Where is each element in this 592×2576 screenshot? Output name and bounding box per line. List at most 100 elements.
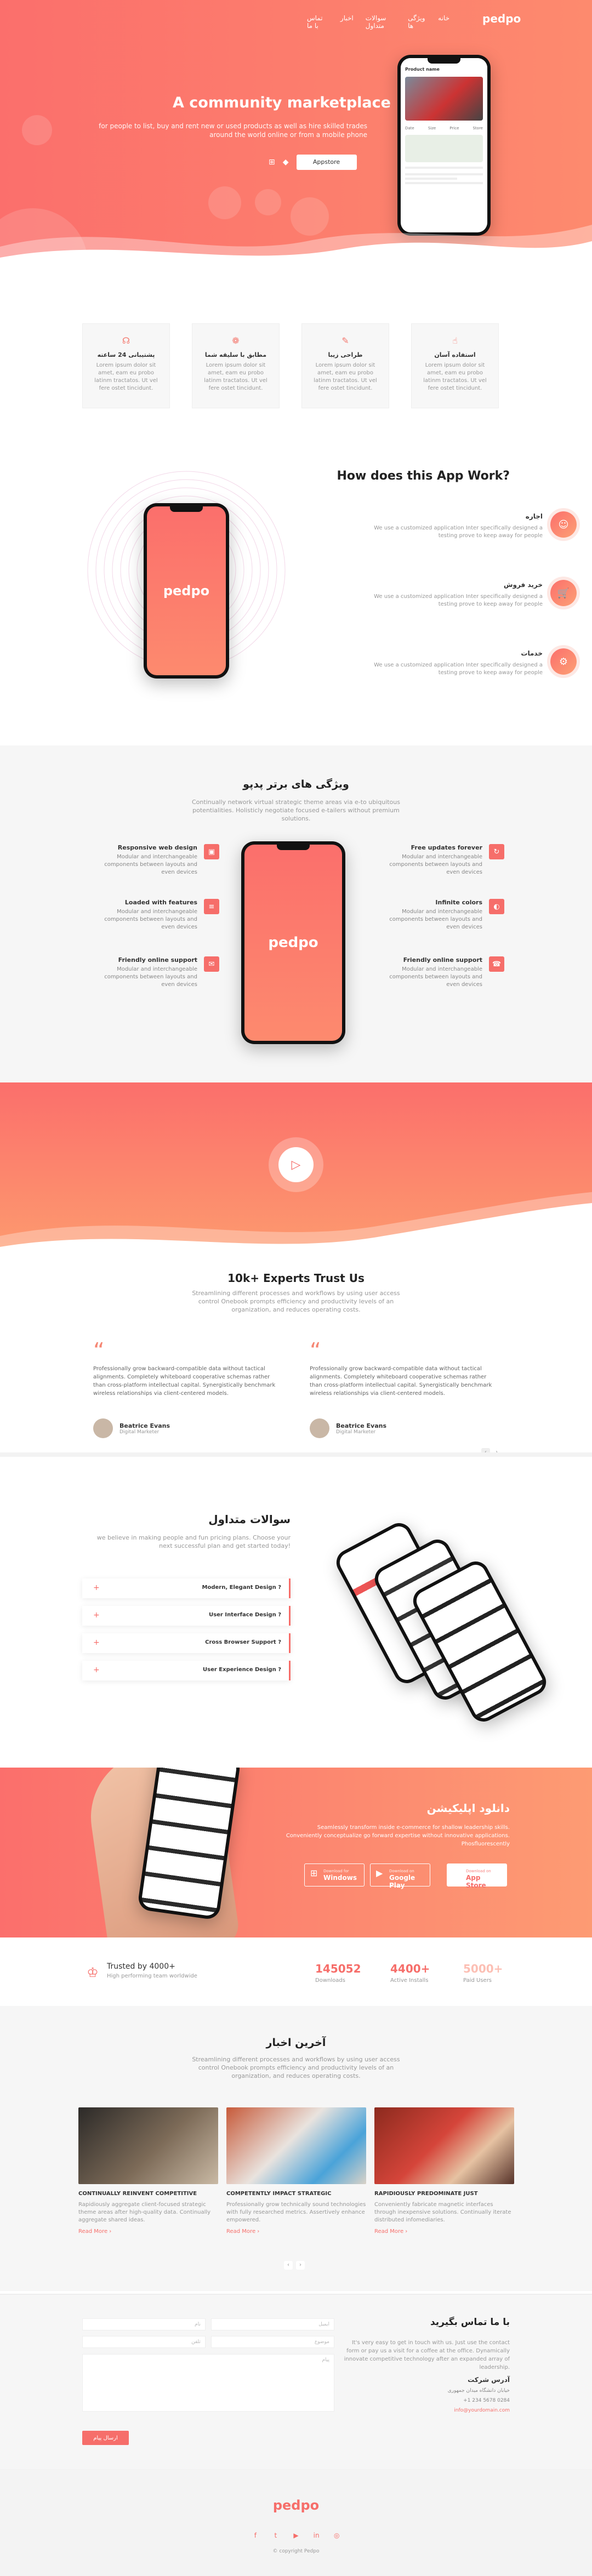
feature-left: Friendly online support Modular and inte… <box>93 956 219 989</box>
read-more-link[interactable]: Read More › <box>78 2229 218 2235</box>
feature-title: استفاده آسان <box>434 351 476 358</box>
news-image[interactable] <box>78 2107 218 2184</box>
user-icon: ☺ <box>550 511 577 538</box>
support-icon: ✉ <box>204 956 219 972</box>
nav-news[interactable]: اخبار <box>340 14 354 30</box>
phone-logo: pedpo <box>268 934 318 951</box>
app-store-button[interactable]: Download on App Store <box>447 1863 507 1889</box>
how-step: 🛒 خرید فروش We use a customized applicat… <box>367 580 577 608</box>
stat-number: 145052 <box>315 1962 361 1975</box>
read-more-link[interactable]: Read More › <box>226 2229 366 2235</box>
plus-icon: + <box>93 1666 100 1674</box>
stat-label: Paid Users <box>463 1977 492 1984</box>
avatar <box>310 1418 329 1438</box>
step-text: We use a customized application Inter sp… <box>374 662 543 676</box>
appstore-label: Appstore <box>312 158 340 166</box>
play-icon[interactable]: ▷ <box>278 1147 314 1182</box>
testimonial-author: Beatrice Evans Digital Marketer <box>93 1418 280 1438</box>
nav-features[interactable]: ویژگی ها <box>408 14 426 30</box>
email-text[interactable]: info@yourdomain.com <box>454 2408 510 2413</box>
linkedin-icon[interactable]: in <box>311 2532 321 2541</box>
feature-right-title: Free updates forever <box>411 844 482 851</box>
phone-label: Size <box>428 126 436 130</box>
youtube-icon[interactable]: ▶ <box>291 2532 301 2541</box>
step-title: خدمات <box>521 649 543 657</box>
feature-left: Loaded with features Modular and interch… <box>93 899 219 931</box>
message-field[interactable]: پیام <box>82 2354 334 2412</box>
author-name: Beatrice Evans <box>336 1422 387 1429</box>
prev-arrow-icon[interactable]: ‹ <box>284 2261 293 2270</box>
read-more-link[interactable]: Read More › <box>374 2229 514 2235</box>
best-phone: pedpo <box>241 841 345 1044</box>
author-role: Digital Marketer <box>119 1429 160 1435</box>
phone-line <box>405 178 457 180</box>
feature-left-title: Loaded with features <box>124 899 197 906</box>
faq-item[interactable]: + User Interface Design ? <box>82 1606 291 1626</box>
phone-field[interactable]: تلفن <box>82 2336 206 2348</box>
faq-item[interactable]: + Modern, Elegant Design ? <box>82 1578 291 1598</box>
windows-button[interactable]: ⊞ Download for Windows <box>304 1863 365 1887</box>
chat-icon: ☎ <box>489 956 504 972</box>
nav-menu: خانه ویژگی ها سوالات متداول اخبار تماس ب… <box>307 14 449 30</box>
google-play-button[interactable]: ▶ Download on Google Play <box>370 1863 430 1889</box>
how-title: How does this App Work? <box>337 469 510 483</box>
faq-item[interactable]: + Cross Browser Support ? <box>82 1633 291 1653</box>
hero-subtitle: for people to list, buy and rent new or … <box>99 122 367 139</box>
responsive-icon: ▣ <box>204 844 219 859</box>
phone-notch <box>428 58 460 64</box>
feature-text: Lorem ipsum dolor sit amet, eam eu probo… <box>423 362 487 391</box>
layers-icon: ≡ <box>204 899 219 914</box>
stat-number: 5000+ <box>463 1962 503 1975</box>
feature-text: Lorem ipsum dolor sit amet, eam eu probo… <box>314 362 377 391</box>
facebook-icon[interactable]: f <box>251 2532 260 2541</box>
faq-question: User Experience Design ? <box>203 1667 281 1673</box>
thumb-icon: ☝ <box>452 335 458 346</box>
feature-left-text: Modular and interchangeable components b… <box>104 854 197 875</box>
brush-icon: ✎ <box>341 335 349 346</box>
color-icon: ◐ <box>489 899 504 914</box>
twitter-icon[interactable]: t <box>271 2532 281 2541</box>
phone-line <box>405 167 483 169</box>
feature-left-text: Modular and interchangeable components b… <box>104 966 197 988</box>
trusted-title: Trusted by 4000+ <box>107 1962 175 1971</box>
footer-logo[interactable]: pedpo <box>0 2498 592 2513</box>
news-image[interactable] <box>374 2107 514 2184</box>
nav-faq[interactable]: سوالات متداول <box>366 14 396 30</box>
contact-section: نام ایمیل تلفن موضوع پیام ارسال پیام با … <box>0 2294 592 2469</box>
subject-field[interactable]: موضوع <box>211 2336 334 2348</box>
news-image[interactable] <box>226 2107 366 2184</box>
email-field[interactable]: ایمیل <box>211 2318 334 2330</box>
appstore-button[interactable]: Appstore <box>296 155 357 170</box>
step-text: We use a customized application Inter sp… <box>374 594 543 607</box>
gear-icon: ⚙ <box>550 648 577 675</box>
feature-card: ☊ پشتیبانی 24 ساعته Lorem ipsum dolor si… <box>82 323 170 408</box>
name-field[interactable]: نام <box>82 2318 206 2330</box>
submit-button[interactable]: ارسال پیام <box>82 2431 129 2445</box>
plus-icon: + <box>93 1611 100 1620</box>
faq-item[interactable]: + User Experience Design ? <box>82 1661 291 1680</box>
store-name: App Store <box>466 1874 486 1889</box>
contact-text: It's very easy to get in touch with us. … <box>344 2340 510 2370</box>
faq-question: Modern, Elegant Design ? <box>202 1585 281 1591</box>
android-icon[interactable]: ◆ <box>283 158 289 167</box>
news-card-title[interactable]: COMPETENTLY IMPACT STRATEGIC <box>226 2191 366 2197</box>
phone-screen: pedpo <box>147 506 226 675</box>
store-small: Download for <box>323 1869 349 1873</box>
next-arrow-icon[interactable]: › <box>296 2261 305 2270</box>
refresh-icon: ↻ <box>489 844 504 859</box>
trophy-icon: ♔ <box>87 1965 99 1980</box>
download-text: Seamlessly transform inside e-commerce f… <box>286 1825 510 1847</box>
play-ring: ▷ <box>269 1137 323 1192</box>
hero-title: A community marketplace <box>173 94 391 111</box>
news-card-title[interactable]: RAPIDIOUSLY PREDOMINATE JUST <box>374 2191 514 2197</box>
feature-right-title: Friendly online support <box>403 956 482 964</box>
news-title: آخرین اخبار <box>266 2037 326 2049</box>
logo[interactable]: pedpo <box>482 12 521 25</box>
social-links: f t ▶ in ◎ <box>0 2529 592 2541</box>
news-card-text: Professionally grow technically sound te… <box>226 2202 366 2223</box>
nav-contact[interactable]: تماس با ما <box>307 14 328 30</box>
windows-icon[interactable]: ⊞ <box>269 158 275 167</box>
instagram-icon[interactable]: ◎ <box>332 2532 341 2541</box>
news-card-title[interactable]: CONTINUALLY REINVENT COMPETITIVE <box>78 2191 218 2197</box>
nav-home[interactable]: خانه <box>438 14 449 30</box>
